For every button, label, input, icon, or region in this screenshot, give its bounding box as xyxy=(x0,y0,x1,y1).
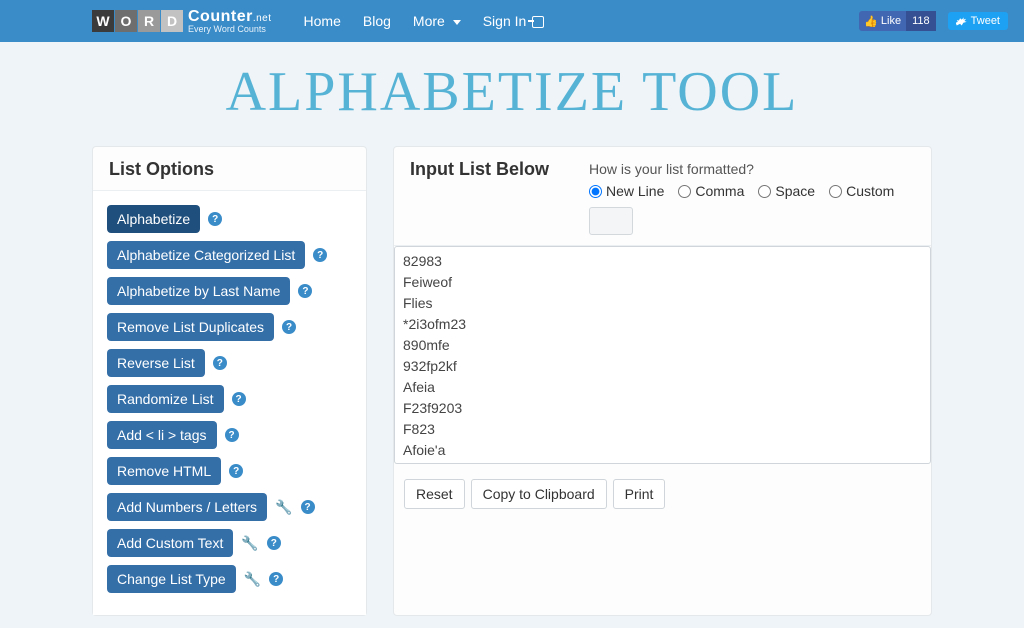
format-space[interactable]: Space xyxy=(758,183,815,199)
input-panel-title: Input List Below xyxy=(410,159,549,180)
help-icon[interactable]: ? xyxy=(267,536,281,550)
option-row: Add < li > tags? xyxy=(107,421,352,449)
brand-tile-d: D xyxy=(161,10,183,32)
custom-separator-input[interactable] xyxy=(589,207,633,235)
option-row: Reverse List? xyxy=(107,349,352,377)
option-button[interactable]: Change List Type xyxy=(107,565,236,593)
brand-suffix: .net xyxy=(253,13,272,24)
brand-tagline: Every Word Counts xyxy=(188,25,272,34)
option-button[interactable]: Remove List Duplicates xyxy=(107,313,274,341)
brand-tile-w: W xyxy=(92,10,114,32)
copy-button[interactable]: Copy to Clipboard xyxy=(471,479,607,509)
format-comma-label: Comma xyxy=(695,183,744,199)
input-panel-heading: Input List Below How is your list format… xyxy=(394,147,931,246)
option-button[interactable]: Reverse List xyxy=(107,349,205,377)
help-icon[interactable]: ? xyxy=(208,212,222,226)
option-button[interactable]: Randomize List xyxy=(107,385,224,413)
brand-main: Counter xyxy=(188,8,253,25)
option-row: Add Custom Text 🔧? xyxy=(107,529,352,557)
brand-text: Counter.net Every Word Counts xyxy=(188,9,272,34)
input-panel: Input List Below How is your list format… xyxy=(393,146,932,616)
twitter-bird-icon xyxy=(956,17,967,26)
help-icon[interactable]: ? xyxy=(282,320,296,334)
brand-tile-o: O xyxy=(115,10,137,32)
format-newline-label: New Line xyxy=(606,183,664,199)
help-icon[interactable]: ? xyxy=(313,248,327,262)
signin-icon xyxy=(532,16,544,28)
nav-signin-label: Sign In xyxy=(483,13,527,29)
wrench-icon[interactable]: 🔧 xyxy=(275,499,292,516)
nav-right: 👍 Like 118 Tweet xyxy=(859,11,1008,31)
page-title: ALPHABETIZE TOOL xyxy=(0,60,1024,124)
brand-logo[interactable]: W O R D Counter.net Every Word Counts xyxy=(92,9,272,34)
option-button[interactable]: Alphabetize Categorized List xyxy=(107,241,305,269)
list-options-title: List Options xyxy=(109,159,350,180)
format-space-radio[interactable] xyxy=(758,185,771,198)
caret-down-icon xyxy=(453,20,461,25)
list-wrap xyxy=(394,246,931,467)
option-button[interactable]: Add < li > tags xyxy=(107,421,217,449)
format-custom-label: Custom xyxy=(846,183,894,199)
help-icon[interactable]: ? xyxy=(298,284,312,298)
format-space-label: Space xyxy=(775,183,815,199)
nav-blog[interactable]: Blog xyxy=(363,13,391,29)
format-newline-radio[interactable] xyxy=(589,185,602,198)
format-newline[interactable]: New Line xyxy=(589,183,664,199)
help-icon[interactable]: ? xyxy=(213,356,227,370)
format-comma-radio[interactable] xyxy=(678,185,691,198)
option-button[interactable]: Add Numbers / Letters xyxy=(107,493,267,521)
help-icon[interactable]: ? xyxy=(301,500,315,514)
fb-like-label: Like xyxy=(881,15,901,27)
help-icon[interactable]: ? xyxy=(225,428,239,442)
format-comma[interactable]: Comma xyxy=(678,183,744,199)
list-options-panel: List Options Alphabetize?Alphabetize Cat… xyxy=(92,146,367,616)
option-button[interactable]: Add Custom Text xyxy=(107,529,233,557)
list-options-body: Alphabetize?Alphabetize Categorized List… xyxy=(93,191,366,615)
list-options-heading: List Options xyxy=(93,147,366,191)
wrench-icon[interactable]: 🔧 xyxy=(244,571,261,588)
format-custom-radio[interactable] xyxy=(829,185,842,198)
help-icon[interactable]: ? xyxy=(269,572,283,586)
option-row: Alphabetize Categorized List? xyxy=(107,241,352,269)
option-row: Change List Type 🔧? xyxy=(107,565,352,593)
help-icon[interactable]: ? xyxy=(229,464,243,478)
facebook-like-button[interactable]: 👍 Like 118 xyxy=(859,11,936,31)
nav-more[interactable]: More xyxy=(413,13,461,29)
option-button[interactable]: Remove HTML xyxy=(107,457,221,485)
tweet-label: Tweet xyxy=(971,15,1000,27)
option-row: Add Numbers / Letters 🔧? xyxy=(107,493,352,521)
option-row: Randomize List? xyxy=(107,385,352,413)
option-button[interactable]: Alphabetize by Last Name xyxy=(107,277,290,305)
format-custom[interactable]: Custom xyxy=(829,183,894,199)
main-wrap: List Options Alphabetize?Alphabetize Cat… xyxy=(0,146,1024,616)
nav-links: Home Blog More Sign In xyxy=(304,13,545,29)
option-row: Alphabetize? xyxy=(107,205,352,233)
help-icon[interactable]: ? xyxy=(232,392,246,406)
action-row: Reset Copy to Clipboard Print xyxy=(394,467,931,523)
format-question: How is your list formatted? xyxy=(589,161,894,177)
nav-more-label: More xyxy=(413,13,445,29)
print-button[interactable]: Print xyxy=(613,479,666,509)
option-row: Remove List Duplicates? xyxy=(107,313,352,341)
tweet-button[interactable]: Tweet xyxy=(948,12,1008,30)
top-navbar: W O R D Counter.net Every Word Counts Ho… xyxy=(0,0,1024,42)
brand-tile-r: R xyxy=(138,10,160,32)
wrench-icon[interactable]: 🔧 xyxy=(241,535,258,552)
option-row: Alphabetize by Last Name? xyxy=(107,277,352,305)
fb-like-count: 118 xyxy=(906,11,936,31)
brand-tiles: W O R D xyxy=(92,10,184,32)
option-row: Remove HTML? xyxy=(107,457,352,485)
nav-home[interactable]: Home xyxy=(304,13,341,29)
reset-button[interactable]: Reset xyxy=(404,479,465,509)
nav-signin[interactable]: Sign In xyxy=(483,13,545,29)
format-block: How is your list formatted? New Line Com… xyxy=(589,159,894,235)
thumb-up-icon: 👍 Like xyxy=(859,15,906,28)
format-options: New Line Comma Space Custom xyxy=(589,183,894,199)
option-button[interactable]: Alphabetize xyxy=(107,205,200,233)
list-textarea[interactable] xyxy=(394,246,931,464)
